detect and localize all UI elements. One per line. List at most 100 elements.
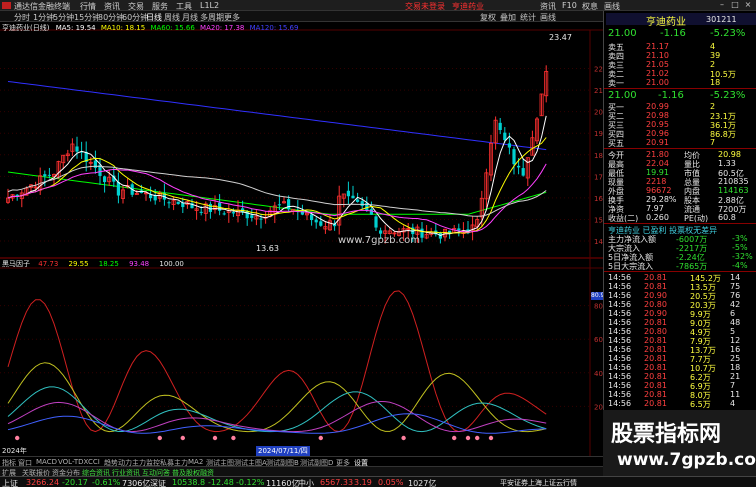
menu-item[interactable]: F10 bbox=[562, 1, 577, 10]
index-amount: 7306亿 bbox=[122, 479, 151, 487]
order-price: 20.96 bbox=[646, 129, 669, 138]
order-price: 21.10 bbox=[646, 51, 669, 60]
index-pct: -0.61% bbox=[92, 478, 121, 487]
indicator-tab[interactable]: MA2 bbox=[188, 458, 203, 466]
signal-marker bbox=[475, 435, 480, 441]
tick-count: 11 bbox=[730, 390, 741, 399]
close-icon[interactable]: × bbox=[742, 0, 754, 10]
year-label: 2024年 bbox=[2, 447, 27, 455]
kline-chart[interactable]: 22.00 21.00 20.00 19.00 18.00 17.00 16.00 15.00… bbox=[0, 22, 614, 468]
summary-change: -1.16 bbox=[658, 90, 684, 101]
index-amount: 11160亿 bbox=[266, 479, 300, 487]
ma60-line bbox=[7, 171, 547, 215]
indicator-tab[interactable]: MACD bbox=[36, 458, 57, 466]
candle-down bbox=[351, 195, 355, 199]
candle-down bbox=[43, 174, 47, 177]
order-volume: 2 bbox=[710, 102, 716, 111]
candle-down bbox=[231, 212, 235, 214]
minimize-icon[interactable]: – bbox=[716, 0, 728, 10]
index-name[interactable]: 深证 bbox=[150, 478, 166, 487]
indicator-tabs: 指标 窗口 MACD VOL-TDX CCI 趋势动力 主力监控 私募主力 MA… bbox=[0, 456, 603, 467]
tick-price: 20.81 bbox=[644, 336, 667, 345]
stat-value: 114163 bbox=[718, 186, 749, 195]
tick-count: 4 bbox=[730, 399, 736, 408]
index-pct: -0.12% bbox=[236, 478, 265, 487]
signal-marker bbox=[231, 435, 236, 441]
tick-price: 20.81 bbox=[644, 273, 667, 282]
high-price-label: 23.47 bbox=[549, 33, 572, 42]
flow-pct: -32% bbox=[732, 252, 753, 261]
stat-value: 29.28% bbox=[646, 195, 677, 204]
tick-time: 14:56 bbox=[608, 282, 632, 291]
tick-price: 20.81 bbox=[644, 318, 667, 327]
index-pct: 0.05% bbox=[378, 478, 404, 487]
order-price: 21.02 bbox=[646, 69, 669, 78]
index-value: 10538.8 bbox=[172, 478, 206, 487]
candle-down bbox=[310, 214, 314, 221]
tick-count: 42 bbox=[730, 300, 741, 309]
candle-down bbox=[75, 146, 79, 152]
tick-price: 20.81 bbox=[644, 282, 667, 291]
ad-banner[interactable]: 股票指标网 www.7gpzb.com bbox=[603, 410, 756, 476]
indicator-tab[interactable]: VOL-TDX bbox=[58, 458, 88, 466]
ma5-line bbox=[7, 115, 547, 237]
kline-chart-svg[interactable]: 22.00 21.00 20.00 19.00 18.00 17.00 16.00 15.00… bbox=[0, 22, 614, 456]
candle-down bbox=[356, 199, 360, 202]
quote-price: 21.00 bbox=[608, 28, 637, 39]
price-axis-label: 22.00 bbox=[594, 66, 603, 74]
tick-time: 14:56 bbox=[608, 291, 632, 300]
tick-row: 14:56 20.81 6.5万 4 bbox=[606, 399, 756, 409]
order-row-buy: 买五 20.91 7 bbox=[606, 138, 756, 148]
candle-down bbox=[153, 195, 157, 201]
candle-down bbox=[498, 122, 502, 131]
tick-count: 75 bbox=[730, 282, 741, 291]
candle-down bbox=[503, 132, 507, 141]
tick-time: 14:56 bbox=[608, 300, 632, 309]
order-volume: 18 bbox=[710, 78, 721, 87]
menu-item[interactable]: L1L2 bbox=[200, 1, 219, 10]
divider bbox=[604, 148, 756, 149]
indicator-axis-label: 40.00 bbox=[594, 370, 603, 378]
candle-down bbox=[374, 216, 378, 228]
candle-down bbox=[176, 201, 180, 205]
indicator-cyan-line bbox=[7, 386, 547, 433]
index-amount: 1027亿 bbox=[408, 479, 437, 487]
tick-count: 21 bbox=[730, 372, 741, 381]
order-volume: 7 bbox=[710, 138, 716, 147]
index-change: 3.19 bbox=[354, 478, 372, 487]
tick-time: 14:56 bbox=[608, 381, 632, 390]
candle-down bbox=[222, 213, 226, 215]
indicator-value: 47.73 bbox=[38, 260, 59, 268]
stat-value: 0.260 bbox=[646, 213, 669, 222]
server-status[interactable]: 平安证券上海上证云行情 bbox=[500, 478, 577, 487]
chart-stock-name: 亨迪药业(日线) bbox=[2, 24, 50, 32]
stat-value: 96672 bbox=[646, 186, 672, 195]
price-axis-label: 19.00 bbox=[594, 130, 603, 138]
indicator-value: 93.48 bbox=[129, 260, 150, 268]
indicator-value: 29.55 bbox=[68, 260, 89, 268]
index-name[interactable]: 中小 bbox=[298, 478, 314, 487]
period-toolbar: 分时 1分钟 5分钟 15分钟 30分钟 60分钟 日线 周线 月线 多周期 更… bbox=[0, 11, 603, 22]
ma120-label: MA120: 15.69 bbox=[249, 24, 299, 32]
index-change: -20.17 bbox=[62, 478, 88, 487]
tick-price: 20.90 bbox=[644, 291, 667, 300]
indicator-value: 18.25 bbox=[98, 260, 119, 268]
chart-watermark: www.7gpzb.com bbox=[338, 235, 420, 246]
quote-stock-code: 301211 bbox=[706, 15, 737, 24]
maximize-icon[interactable]: □ bbox=[729, 0, 741, 10]
tick-price: 20.81 bbox=[644, 354, 667, 363]
signal-marker bbox=[401, 435, 406, 441]
tick-price: 20.90 bbox=[644, 309, 667, 318]
index-name[interactable]: 上证 bbox=[2, 478, 18, 487]
candle-down bbox=[457, 228, 461, 231]
stat-value: 19.91 bbox=[646, 168, 669, 177]
candle-down bbox=[103, 176, 107, 183]
order-volume: 2 bbox=[710, 60, 716, 69]
candle-down bbox=[369, 209, 373, 215]
quote-panel: 亨迪药业 301211 21.00 -1.16 -5.23% 卖五 21.17 4 卖… bbox=[603, 11, 756, 476]
tick-count: 14 bbox=[730, 273, 741, 282]
tick-time: 14:56 bbox=[608, 345, 632, 354]
indicator-tab[interactable]: CCI bbox=[88, 458, 100, 466]
ad-title: 股票指标网 bbox=[611, 422, 722, 447]
signal-marker bbox=[212, 435, 218, 441]
